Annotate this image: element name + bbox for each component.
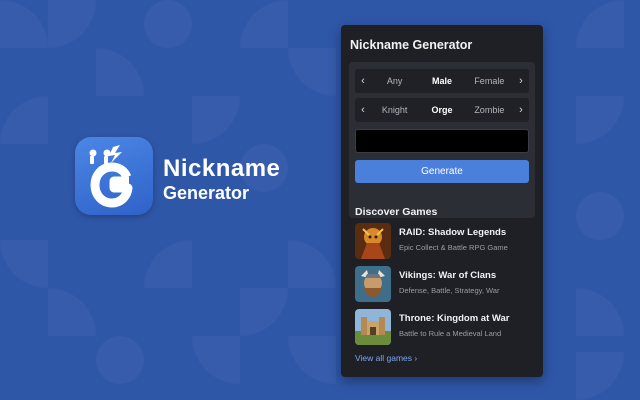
view-all-games-link[interactable]: View all games › [355, 353, 417, 363]
style-option-knight[interactable]: Knight [371, 105, 418, 115]
brand-title: Nickname Generator [163, 155, 281, 204]
gender-selector: ‹ Any Male Female › [355, 69, 529, 93]
app-logo [75, 137, 153, 215]
style-option-zombie[interactable]: Zombie [466, 105, 513, 115]
gender-option-any[interactable]: Any [371, 76, 418, 86]
logo-tile [75, 137, 153, 215]
gender-next-chevron-right-icon[interactable]: › [513, 69, 529, 93]
panel-title: Nickname Generator [350, 38, 473, 52]
raid-game-icon [355, 223, 391, 259]
game-name: Throne: Kingdom at War [399, 313, 510, 324]
chevron-right-icon: › [414, 353, 418, 363]
game-item-throne[interactable]: Throne: Kingdom at War Battle to Rule a … [355, 309, 535, 345]
game-name: RAID: Shadow Legends [399, 227, 507, 238]
game-name: Vikings: War of Clans [399, 270, 497, 281]
style-option-orge[interactable]: Orge [418, 105, 465, 115]
gender-option-male[interactable]: Male [418, 76, 465, 86]
game-item-vikings[interactable]: Vikings: War of Clans Defense, Battle, S… [355, 266, 535, 302]
vikings-game-icon [355, 266, 391, 302]
nickname-panel: Nickname Generator ‹ Any Male Female › ‹… [341, 25, 543, 377]
game-description: Battle to Rule a Medieval Land [399, 329, 502, 338]
style-prev-chevron-left-icon[interactable]: ‹ [355, 98, 371, 122]
game-description: Defense, Battle, Strategy, War [399, 286, 500, 295]
style-selector: ‹ Knight Orge Zombie › [355, 98, 529, 122]
view-all-label: View all games [355, 353, 413, 363]
gender-option-female[interactable]: Female [466, 76, 513, 86]
gender-prev-chevron-left-icon[interactable]: ‹ [355, 69, 371, 93]
nickname-output-field[interactable] [355, 129, 529, 153]
brand-title-line1: Nickname [163, 155, 281, 182]
game-description: Epic Collect & Battle RPG Game [399, 243, 508, 252]
discover-games-title: Discover Games [355, 206, 438, 218]
style-next-chevron-right-icon[interactable]: › [513, 98, 529, 122]
game-item-raid[interactable]: RAID: Shadow Legends Epic Collect & Batt… [355, 223, 535, 259]
throne-game-icon [355, 309, 391, 345]
generate-button[interactable]: Generate [355, 160, 529, 183]
brand-title-line2: Generator [163, 183, 250, 203]
logo-g-icon [89, 145, 133, 208]
generator-box: ‹ Any Male Female › ‹ Knight Orge Zombie… [349, 62, 535, 218]
